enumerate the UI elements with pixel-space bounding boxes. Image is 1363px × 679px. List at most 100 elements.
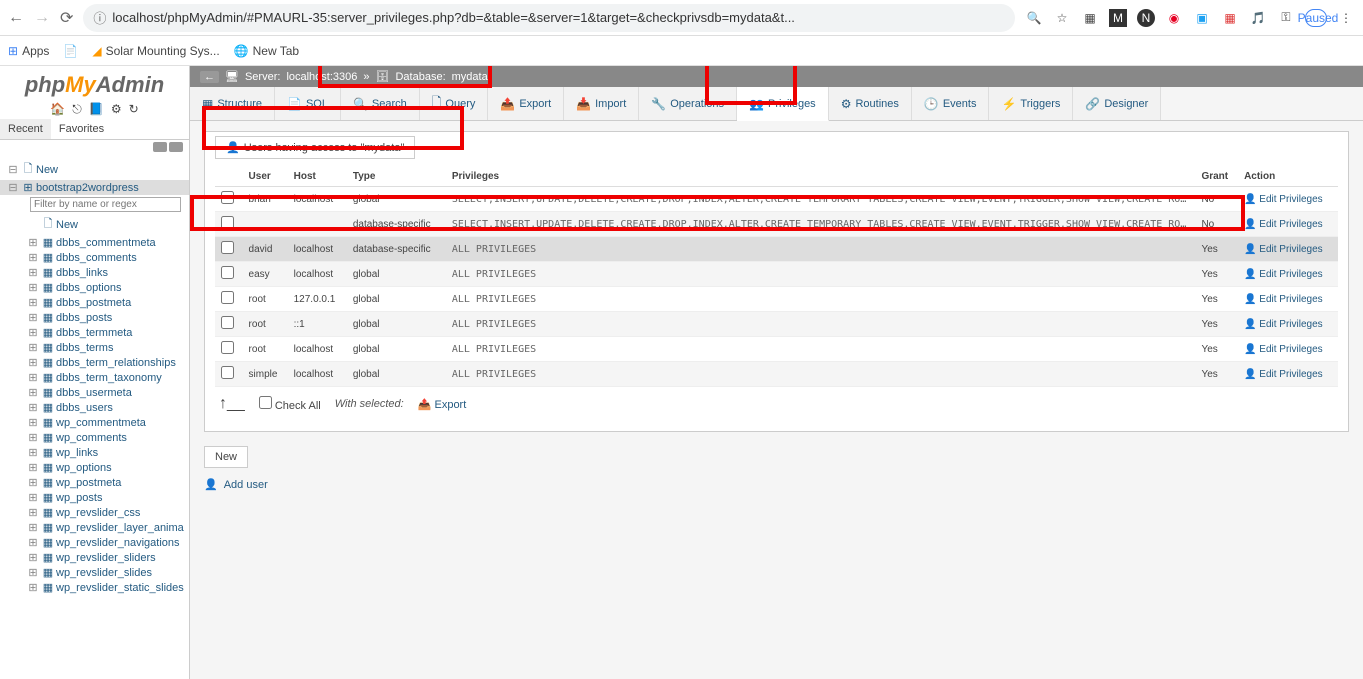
row-checkbox[interactable] — [221, 191, 234, 204]
add-user-link[interactable]: 👤Add user — [204, 478, 1349, 491]
tree-table[interactable]: ⊞▦dbbs_links — [0, 265, 189, 280]
home-icon[interactable]: 🏠 — [50, 102, 65, 116]
tree-table[interactable]: ⊞▦wp_commentmeta — [0, 415, 189, 430]
menu-icon[interactable]: ⋮ — [1337, 9, 1355, 27]
ext-icon-3[interactable]: ▣ — [1193, 9, 1211, 27]
tab-import[interactable]: 📥Import — [564, 87, 639, 120]
edit-privileges-link[interactable]: 👤 Edit Privileges — [1238, 337, 1338, 362]
edit-privileges-link[interactable]: 👤 Edit Privileges — [1238, 187, 1338, 212]
row-checkbox[interactable] — [221, 266, 234, 279]
with-selected-label: With selected: — [335, 398, 404, 410]
tree-table[interactable]: ⊞▦wp_postmeta — [0, 475, 189, 490]
bookmark-1[interactable]: 📄 — [63, 44, 78, 58]
profile-paused-badge[interactable]: Paused — [1305, 9, 1327, 27]
tree-table[interactable]: ⊞▦wp_revslider_navigations — [0, 535, 189, 550]
tab-routines[interactable]: ⚙Routines — [829, 87, 912, 120]
back-button[interactable]: ← — [8, 9, 24, 27]
tree-table[interactable]: ⊞▦wp_posts — [0, 490, 189, 505]
ext-icon-pinterest[interactable]: ◉ — [1165, 9, 1183, 27]
tree-table[interactable]: ⊞▦wp_revslider_layer_anima — [0, 520, 189, 535]
logout-icon[interactable]: ⎋ — [72, 102, 82, 116]
export-icon: 📤 — [418, 399, 432, 411]
search-in-page-icon[interactable]: 🔍 — [1025, 9, 1043, 27]
tree-table[interactable]: ⊞▦dbbs_comments — [0, 250, 189, 265]
edit-privileges-link[interactable]: 👤 Edit Privileges — [1238, 362, 1338, 387]
tree-table[interactable]: ⊞▦dbbs_term_taxonomy — [0, 370, 189, 385]
tree-table[interactable]: ⊞▦wp_revslider_css — [0, 505, 189, 520]
tree-table[interactable]: ⊞▦wp_options — [0, 460, 189, 475]
tab-export[interactable]: 📤Export — [488, 87, 564, 120]
cell-grant: Yes — [1195, 362, 1238, 387]
users-fieldset: 👤Users having access to "mydata" User Ho… — [204, 131, 1349, 432]
tab-privileges[interactable]: 👥Privileges — [737, 87, 829, 121]
tree-table[interactable]: ⊞▦dbbs_commentmeta — [0, 235, 189, 250]
row-checkbox[interactable] — [221, 341, 234, 354]
row-checkbox[interactable] — [221, 241, 234, 254]
reload-nav-icon[interactable]: ↻ — [129, 102, 139, 116]
tab-designer[interactable]: 🔗Designer — [1073, 87, 1161, 120]
edit-privileges-link[interactable]: 👤 Edit Privileges — [1238, 262, 1338, 287]
tab-events[interactable]: 🕒Events — [912, 87, 990, 120]
tree-table[interactable]: ⊞▦dbbs_postmeta — [0, 295, 189, 310]
tab-favorites[interactable]: Favorites — [51, 119, 112, 139]
check-all[interactable]: Check All — [259, 396, 321, 412]
tab-search[interactable]: 🔍Search — [341, 87, 420, 120]
cell-type: database-specific — [347, 212, 446, 237]
row-checkbox[interactable] — [221, 316, 234, 329]
edit-privileges-link[interactable]: 👤 Edit Privileges — [1238, 237, 1338, 262]
export-link[interactable]: 📤 Export — [418, 398, 467, 411]
tree-table[interactable]: ⊞▦dbbs_options — [0, 280, 189, 295]
tree-filter-input[interactable] — [30, 197, 181, 212]
ext-icon-m[interactable]: M — [1109, 9, 1127, 27]
breadcrumb-server-link[interactable]: localhost:3306 — [286, 71, 357, 83]
tree-new-table[interactable]: 🗋New — [0, 214, 189, 235]
tree-db-bootstrap2wordpress[interactable]: ⊟⊞bootstrap2wordpress — [0, 180, 189, 195]
tree-table[interactable]: ⊞▦dbbs_termmeta — [0, 325, 189, 340]
tab-query[interactable]: 🗋Query — [420, 87, 489, 120]
tree-table[interactable]: ⊞▦dbbs_usermeta — [0, 385, 189, 400]
settings-icon[interactable]: ⚙ — [111, 102, 122, 116]
row-checkbox[interactable] — [221, 216, 234, 229]
tree-table[interactable]: ⊞▦wp_revslider_slides — [0, 565, 189, 580]
star-icon[interactable]: ☆ — [1053, 9, 1071, 27]
edit-icon: 👤 — [1244, 269, 1256, 280]
ext-icon-music[interactable]: 🎵 — [1249, 9, 1267, 27]
bookmark-solar[interactable]: ◢Solar Mounting Sys... — [92, 44, 219, 58]
cell-privileges: ALL PRIVILEGES — [446, 362, 1196, 387]
ext-icon-hq[interactable]: ▦ — [1221, 9, 1239, 27]
ext-icon-key[interactable]: ⚿ — [1277, 9, 1295, 27]
edit-privileges-link[interactable]: 👤 Edit Privileges — [1238, 312, 1338, 337]
tree-table[interactable]: ⊞▦wp_comments — [0, 430, 189, 445]
tree-table[interactable]: ⊞▦wp_revslider_static_slides — [0, 580, 189, 595]
tab-recent[interactable]: Recent — [0, 119, 51, 139]
check-all-checkbox[interactable] — [259, 396, 272, 409]
cell-type: global — [347, 262, 446, 287]
tree-new-db[interactable]: ⊟🗋New — [0, 159, 189, 180]
site-info-icon[interactable]: ⓘ — [93, 8, 106, 27]
edit-privileges-link[interactable]: 👤 Edit Privileges — [1238, 212, 1338, 237]
tab-structure[interactable]: ▦Structure — [190, 87, 275, 120]
tab-triggers[interactable]: ⚡Triggers — [989, 87, 1073, 120]
breadcrumb-db-link[interactable]: mydata — [452, 71, 488, 83]
breadcrumb-back[interactable]: ← — [200, 71, 219, 83]
url-bar[interactable]: ⓘ localhost/phpMyAdmin/#PMAURL-35:server… — [83, 4, 1015, 32]
tree-table[interactable]: ⊞▦dbbs_terms — [0, 340, 189, 355]
tree-table[interactable]: ⊞▦dbbs_term_relationships — [0, 355, 189, 370]
apps-button[interactable]: ⊞Apps — [8, 44, 49, 58]
row-checkbox[interactable] — [221, 366, 234, 379]
collapse-buttons[interactable] — [0, 140, 189, 157]
row-checkbox[interactable] — [221, 291, 234, 304]
edit-privileges-link[interactable]: 👤 Edit Privileges — [1238, 287, 1338, 312]
tree-table[interactable]: ⊞▦wp_links — [0, 445, 189, 460]
forward-button[interactable]: → — [34, 9, 50, 27]
ext-icon-1[interactable]: ▦ — [1081, 9, 1099, 27]
ext-icon-n[interactable]: N — [1137, 9, 1155, 27]
tab-operations[interactable]: 🔧Operations — [639, 87, 737, 120]
docs-icon[interactable]: 📘 — [89, 102, 104, 116]
tree-table[interactable]: ⊞▦wp_revslider_sliders — [0, 550, 189, 565]
tree-table[interactable]: ⊞▦dbbs_posts — [0, 310, 189, 325]
tree-table[interactable]: ⊞▦dbbs_users — [0, 400, 189, 415]
tab-sql[interactable]: 📄SQL — [275, 87, 341, 120]
reload-button[interactable]: ⟳ — [60, 8, 73, 28]
bookmark-newtab[interactable]: 🌐New Tab — [234, 44, 299, 58]
